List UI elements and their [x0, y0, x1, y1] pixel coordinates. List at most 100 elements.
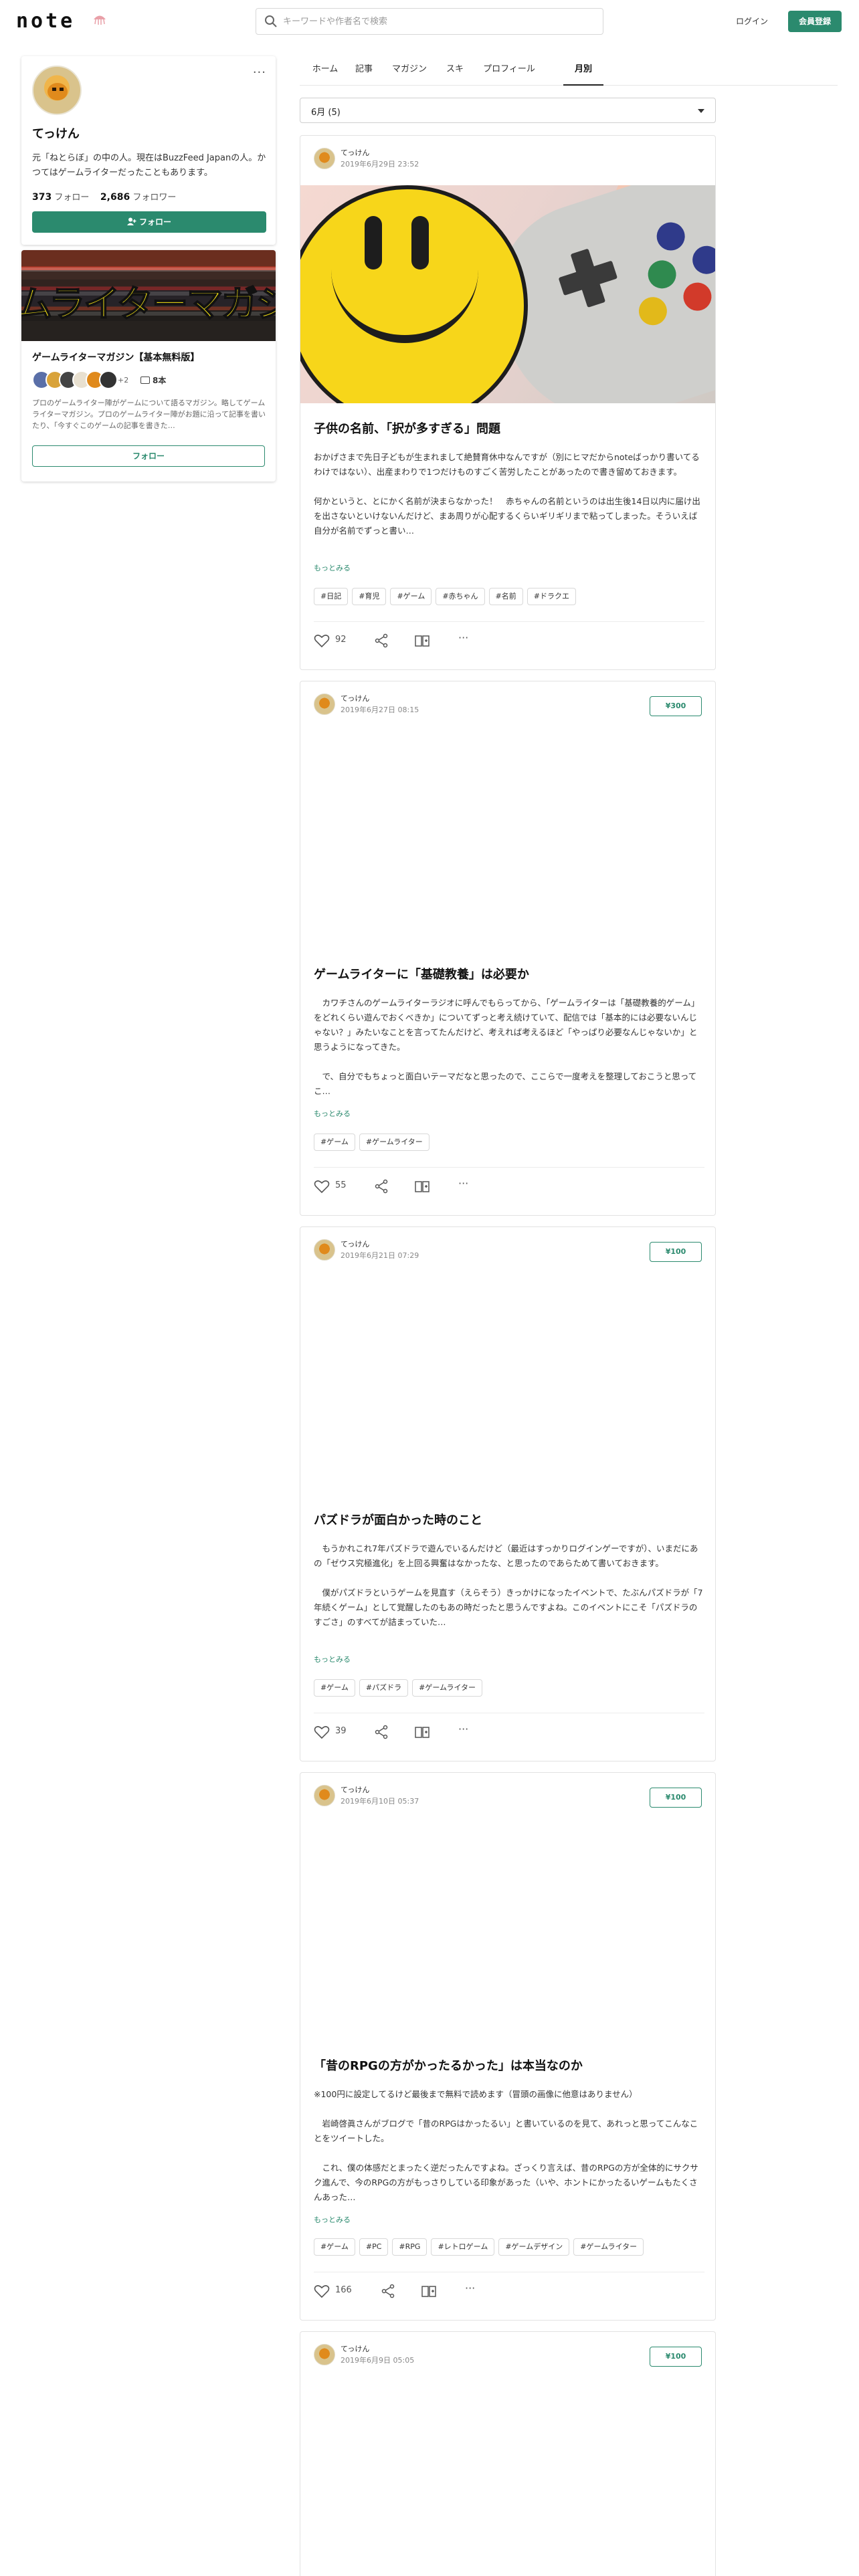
article-thumbnail[interactable]	[300, 2381, 715, 2576]
read-more-link[interactable]: もっとみる	[314, 1108, 351, 1119]
article-thumbnail[interactable]	[300, 1277, 715, 1495]
article-author[interactable]: てっけん	[341, 693, 369, 704]
divider	[314, 1167, 704, 1168]
article-card[interactable]: てっけん 2019年6月9日 05:05 ¥100	[300, 2331, 716, 2576]
tab-monthly[interactable]: 月別	[563, 62, 603, 86]
read-more-link[interactable]: もっとみる	[314, 2214, 351, 2225]
login-link[interactable]: ログイン	[727, 12, 777, 31]
article-author[interactable]: てっけん	[341, 1239, 369, 1249]
magazine-add-icon[interactable]	[414, 1179, 430, 1194]
search-box[interactable]	[256, 8, 603, 35]
tab-profile[interactable]: プロフィール	[479, 62, 539, 86]
share-icon[interactable]	[374, 633, 389, 648]
more-options-icon[interactable]: ···	[458, 1178, 468, 1194]
tab-home[interactable]: ホーム	[310, 62, 340, 86]
magazine-follow-button[interactable]: フォロー	[32, 445, 265, 467]
avatar[interactable]	[314, 693, 335, 715]
share-icon[interactable]	[374, 1179, 389, 1194]
hashtag[interactable]: #ゲーム	[314, 2238, 355, 2256]
hashtag[interactable]: #ゲーム	[314, 1679, 355, 1697]
magazine-add-icon[interactable]	[414, 1725, 430, 1739]
article-excerpt: ※100円に設定してるけど最後まで無料で読めます（冒頭の画像に他意はありません）…	[314, 2089, 698, 2202]
article-author[interactable]: てっけん	[341, 2343, 369, 2354]
hashtag[interactable]: #ゲーム	[314, 1134, 355, 1151]
article-date: 2019年6月9日 05:05	[341, 2356, 415, 2365]
profile-tabs: ホーム 記事 マガジン スキ プロフィール 月別	[300, 62, 838, 86]
hashtag[interactable]: #RPG	[392, 2238, 427, 2256]
price-badge: ¥100	[650, 2347, 702, 2367]
hashtag[interactable]: #ゲームライター	[359, 1134, 430, 1151]
article-excerpt: おかげさまで先日子どもが生まれまして絶賛育休中なんですが（別にヒマだからnote…	[314, 452, 700, 536]
search-input[interactable]	[283, 13, 591, 30]
followers-label[interactable]: フォロワー	[132, 193, 176, 203]
like-count: 92	[335, 635, 347, 645]
article-title[interactable]: 子供の名前、「択が多すぎる」問題	[314, 419, 702, 437]
tab-notes[interactable]: 記事	[353, 62, 375, 86]
article-title[interactable]: パズドラが面白かった時のこと	[314, 1511, 702, 1528]
article-thumbnail[interactable]	[300, 1822, 715, 2040]
article-card[interactable]: てっけん 2019年6月10日 05:37 ¥100 「昔のRPGの方がかったる…	[300, 1772, 716, 2321]
avatar[interactable]	[314, 148, 335, 169]
like-count: 166	[335, 2285, 352, 2295]
heart-icon[interactable]	[314, 2284, 330, 2298]
hashtag[interactable]: #パズドラ	[359, 1679, 409, 1697]
article-date: 2019年6月21日 07:29	[341, 1251, 419, 1260]
hashtag[interactable]: #PC	[359, 2238, 389, 2256]
hashtag[interactable]: #ゲームライター	[412, 1679, 483, 1697]
heart-icon[interactable]	[314, 1179, 330, 1194]
read-more-link[interactable]: もっとみる	[314, 562, 351, 573]
following-label[interactable]: フォロー	[54, 193, 89, 203]
hashtag[interactable]: #ゲームライター	[573, 2238, 644, 2256]
avatar[interactable]	[314, 1239, 335, 1261]
hashtag[interactable]: #ドラクエ	[527, 588, 576, 605]
tab-likes[interactable]: スキ	[444, 62, 466, 86]
article-card[interactable]: てっけん 2019年6月27日 08:15 ¥300 ゲームライターに「基礎教養…	[300, 681, 716, 1216]
article-card[interactable]: てっけん 2019年6月21日 07:29 ¥100 パズドラが面白かった時のこ…	[300, 1226, 716, 1761]
article-card[interactable]: てっけん 2019年6月29日 23:52 子供の名前、「択が多すぎる」問題 お…	[300, 135, 716, 670]
article-actions: 92 ···	[314, 631, 704, 651]
profile-name[interactable]: てっけん	[32, 124, 80, 142]
article-title[interactable]: ゲームライターに「基礎教養」は必要か	[314, 965, 702, 982]
hashtag[interactable]: #ゲーム	[390, 588, 432, 605]
jellyfish-logo-icon	[94, 15, 106, 25]
share-icon[interactable]	[374, 1725, 389, 1739]
magazine-add-icon[interactable]	[414, 633, 430, 648]
month-select[interactable]: 6月 (5)	[300, 98, 716, 123]
magazine-cover-title: ムライターマガジ	[21, 282, 276, 326]
magazine-article-count: 8本	[140, 374, 166, 386]
hashtag[interactable]: #レトロゲーム	[431, 2238, 495, 2256]
article-author[interactable]: てっけん	[341, 1784, 369, 1795]
followers-count[interactable]: 2,686	[100, 192, 130, 203]
share-icon[interactable]	[381, 2284, 395, 2298]
more-options-icon[interactable]: ···	[465, 2283, 475, 2298]
follow-button[interactable]: フォロー	[32, 211, 266, 233]
hashtag[interactable]: #赤ちゃん	[436, 588, 485, 605]
heart-icon[interactable]	[314, 633, 330, 648]
hashtag[interactable]: #名前	[488, 588, 523, 605]
more-options-icon[interactable]: ···	[458, 1724, 468, 1739]
note-logo[interactable]: note	[16, 9, 75, 33]
article-thumbnail[interactable]	[300, 185, 715, 403]
magazine-card[interactable]: ムライターマガジ ゲームライターマガジン【基本無料版】 +2 8本 プロのゲーム…	[21, 250, 276, 481]
avatar[interactable]	[314, 1785, 335, 1806]
avatar[interactable]	[32, 66, 82, 115]
magazine-name[interactable]: ゲームライターマガジン【基本無料版】	[32, 350, 199, 364]
hashtag[interactable]: #日記	[314, 588, 349, 605]
more-options-icon[interactable]: ···	[458, 633, 468, 648]
follow-label: フォロー	[138, 217, 171, 227]
hashtag[interactable]: #育児	[352, 588, 387, 605]
heart-icon[interactable]	[314, 1725, 330, 1739]
more-options-icon[interactable]: ···	[253, 66, 266, 80]
magazine-cover[interactable]: ムライターマガジ	[21, 250, 276, 341]
magazine-add-icon[interactable]	[421, 2284, 437, 2298]
article-author[interactable]: てっけん	[341, 147, 369, 158]
signup-button[interactable]: 会員登録	[788, 11, 842, 32]
avatar[interactable]	[314, 2344, 335, 2365]
article-thumbnail[interactable]	[300, 731, 715, 949]
book-icon	[140, 377, 150, 384]
following-count[interactable]: 373	[32, 192, 52, 203]
article-title[interactable]: 「昔のRPGの方がかったるかった」は本当なのか	[314, 2056, 702, 2074]
read-more-link[interactable]: もっとみる	[314, 1654, 351, 1665]
tab-magazines[interactable]: マガジン	[389, 62, 430, 86]
hashtag[interactable]: #ゲームデザイン	[498, 2238, 570, 2256]
